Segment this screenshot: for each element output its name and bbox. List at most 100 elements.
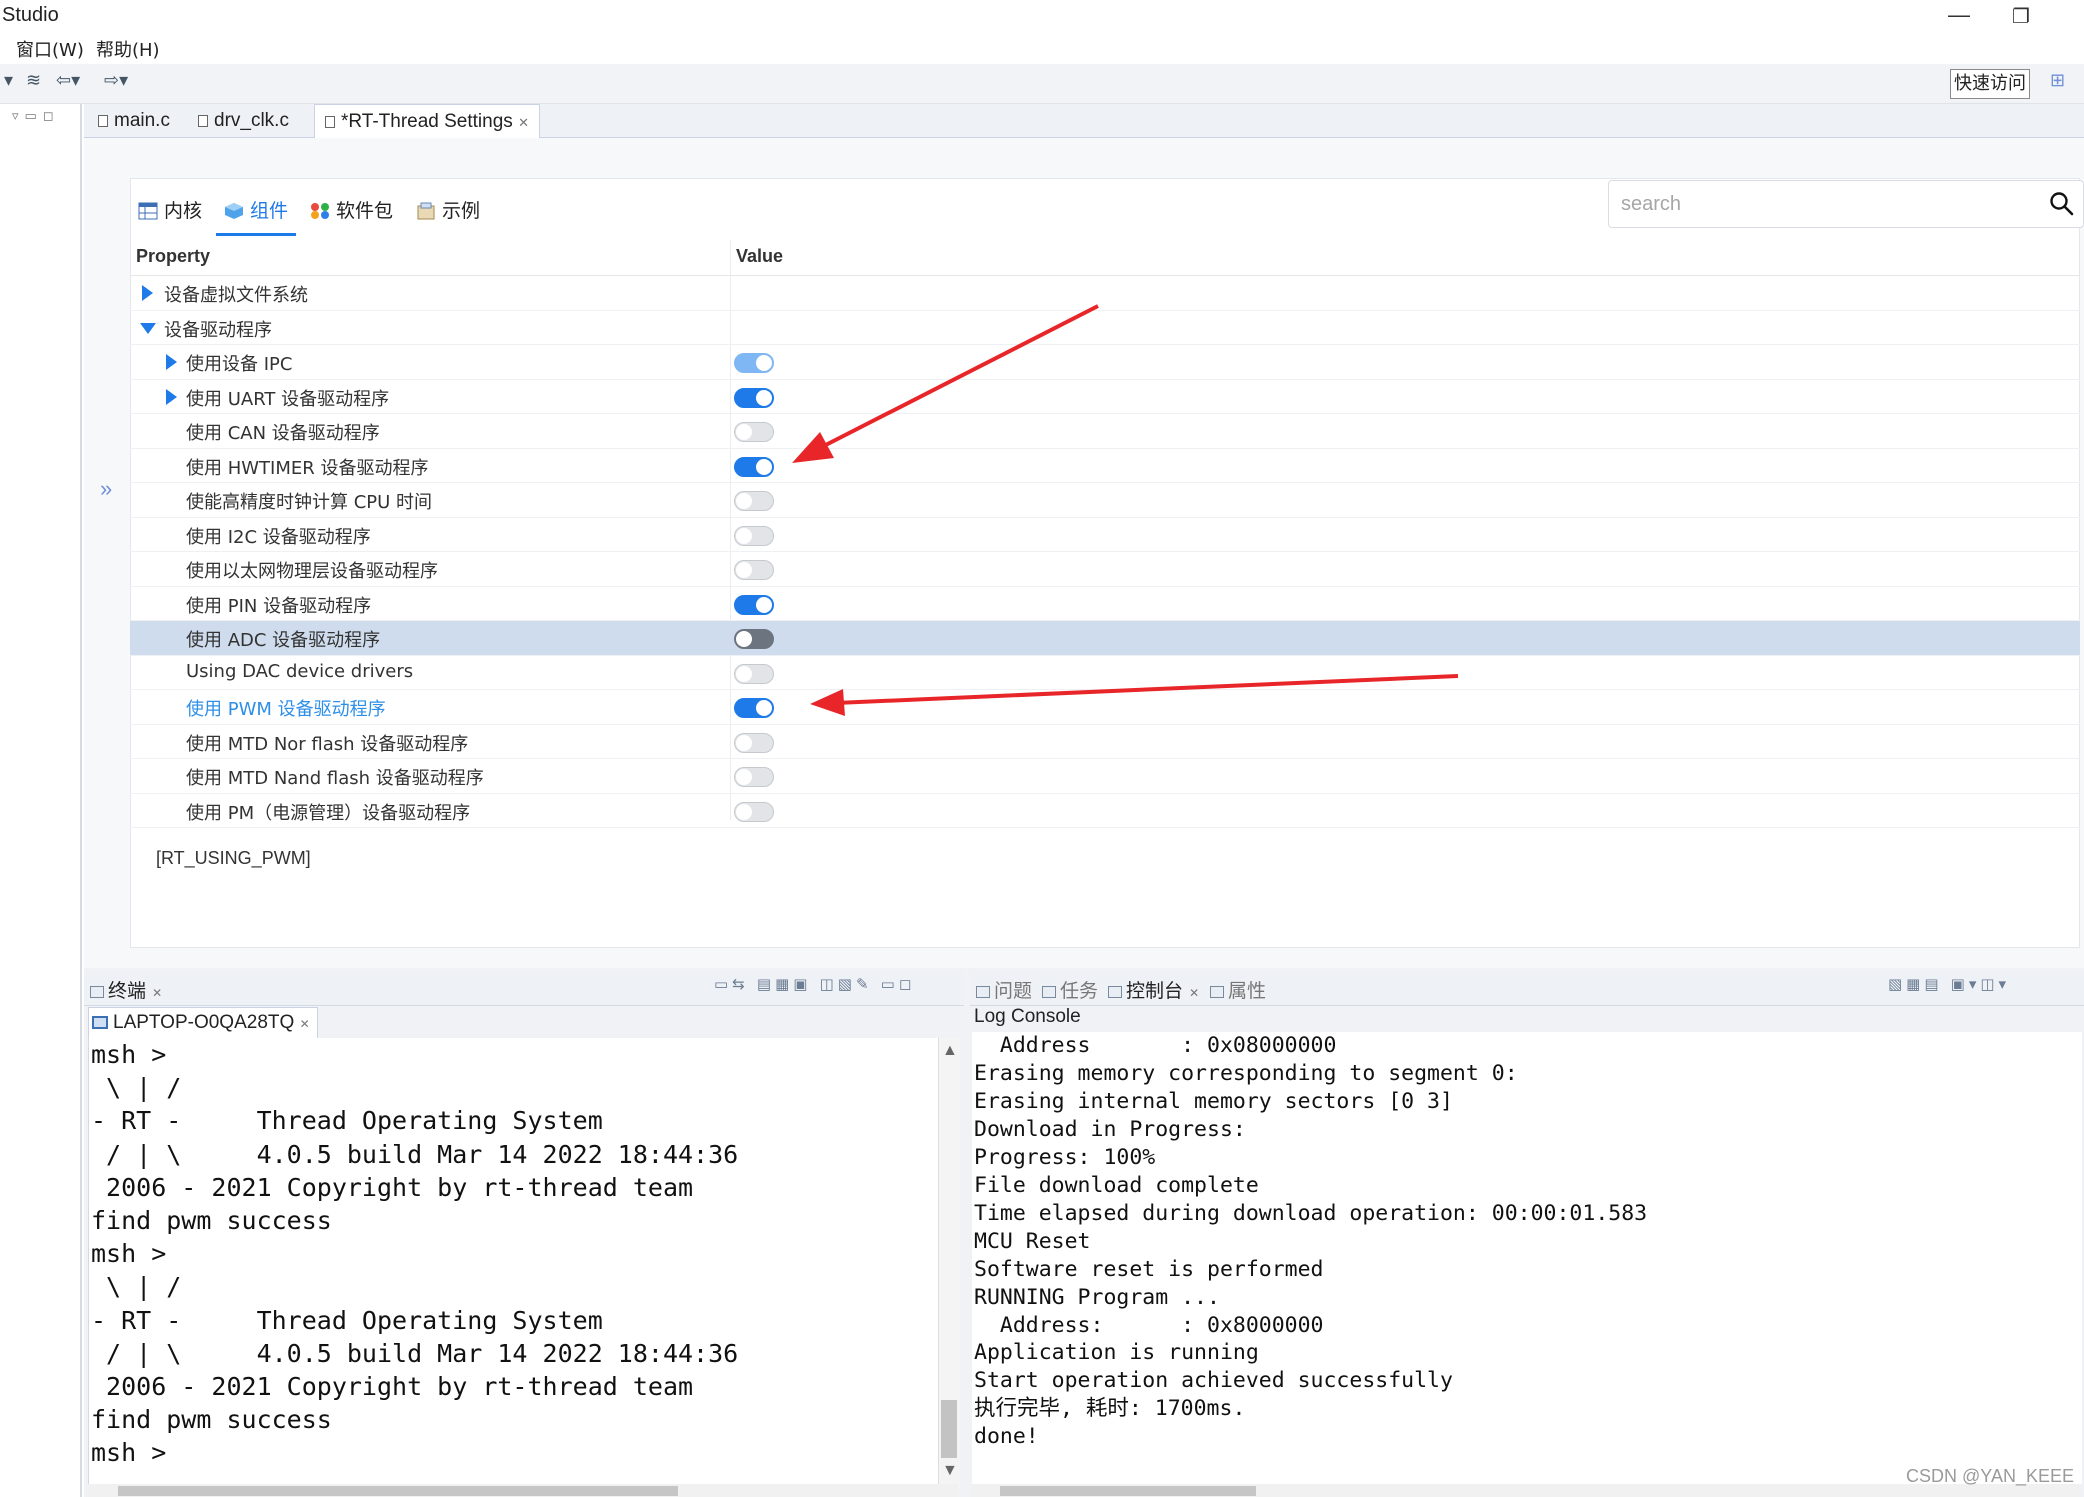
terminal-scroll-thumb[interactable] <box>941 1400 957 1458</box>
console-output[interactable]: Address : 0x08000000 Erasing memory corre… <box>972 1032 2082 1488</box>
menu-window[interactable]: 窗口(W) <box>16 36 84 62</box>
forward-icon[interactable]: ⇨▾ <box>104 70 128 91</box>
toggle-switch[interactable] <box>734 422 774 442</box>
property-row[interactable]: 使用以太网物理层设备驱动程序 <box>130 552 2080 587</box>
toggle-switch[interactable] <box>734 491 774 511</box>
perspective-icon[interactable]: ⊞ <box>2050 70 2065 91</box>
property-row[interactable]: 使用 CAN 设备驱动程序 <box>130 414 2080 449</box>
toggle-switch[interactable] <box>734 767 774 787</box>
samples-icon <box>417 202 435 220</box>
tab-packages[interactable]: 软件包 <box>302 190 401 236</box>
left-trim-stack <box>0 104 82 1497</box>
tab-kernel[interactable]: 内核 <box>130 190 210 236</box>
property-label: 使能高精度时钟计算 CPU 时间 <box>186 492 433 513</box>
terminal-line: find pwm success <box>91 1206 332 1236</box>
tab-samples[interactable]: 示例 <box>408 190 488 236</box>
terminal-session-tab[interactable]: LAPTOP-O0QA28TQ ✕ <box>88 1007 318 1039</box>
tab-main-c[interactable]: main.c <box>88 104 180 138</box>
column-property: Property <box>136 246 211 266</box>
property-row[interactable]: 使用设备 IPC <box>130 345 2080 380</box>
close-icon[interactable]: ✕ <box>1189 986 1199 1000</box>
view-menu-icon[interactable]: ▿▭◻ <box>12 108 60 124</box>
console-line: Application is running <box>974 1340 1259 1366</box>
property-row[interactable]: 设备虚拟文件系统 <box>130 276 2080 311</box>
terminal-output[interactable]: msh > \ | / - RT - Thread Operating Syste… <box>88 1038 938 1488</box>
property-label: 设备驱动程序 <box>164 319 272 341</box>
property-row[interactable]: 使用 PM（电源管理）设备驱动程序 <box>130 794 2080 828</box>
expand-sidebar-icon[interactable]: » <box>100 476 112 502</box>
c-file-icon <box>98 115 108 127</box>
property-row[interactable]: 使用 PIN 设备驱动程序 <box>130 587 2080 621</box>
layers-icon[interactable]: ≋ <box>26 70 41 91</box>
close-icon[interactable]: ✕ <box>152 986 162 1000</box>
console-line: Erasing internal memory sectors [0 3] <box>974 1088 1453 1114</box>
tab-components[interactable]: 组件 <box>216 190 297 236</box>
tab-properties[interactable]: 属性 <box>1210 976 1266 1003</box>
property-label: 使用 PM（电源管理）设备驱动程序 <box>186 802 471 824</box>
menu-bar <box>0 34 2084 64</box>
quick-access-button[interactable]: 快速访问 <box>1950 69 2030 99</box>
property-label: 使用 ADC 设备驱动程序 <box>186 630 381 651</box>
property-row[interactable]: 使用 HWTIMER 设备驱动程序 <box>130 449 2080 483</box>
collapse-icon[interactable] <box>140 322 156 334</box>
property-label: 使用 MTD Nor flash 设备驱动程序 <box>186 733 469 755</box>
toggle-knob <box>756 389 772 406</box>
property-row[interactable]: 使用 MTD Nand flash 设备驱动程序 <box>130 759 2080 794</box>
toggle-switch[interactable] <box>734 456 774 477</box>
toggle-switch[interactable] <box>734 698 774 718</box>
tasks-icon <box>1042 986 1056 998</box>
expand-icon[interactable] <box>166 354 177 370</box>
console-toolbar-icons[interactable]: ▧▦▤ ▣▾◫▾ <box>1888 975 2010 993</box>
restore-button[interactable]: ❐ <box>2012 4 2030 29</box>
search-input[interactable] <box>1621 189 2001 219</box>
scroll-down-icon[interactable]: ▼ <box>942 1462 958 1480</box>
toggle-switch[interactable] <box>734 663 774 684</box>
console-hscroll-thumb[interactable] <box>1000 1486 1256 1496</box>
back-icon[interactable]: ⇦▾ <box>56 70 80 91</box>
property-row[interactable]: 使用 PWM 设备驱动程序 <box>130 690 2080 725</box>
tab-label: 问题 <box>994 980 1033 1002</box>
close-icon[interactable]: ✕ <box>300 1017 310 1031</box>
console-line: Progress: 100% <box>974 1144 1156 1170</box>
search-icon[interactable] <box>2049 191 2075 217</box>
terminal-toolbar-icons[interactable]: ▭⇆ ▤▦▣ ◫▧✎ ▭◻ <box>714 975 915 993</box>
property-row[interactable]: 使用 UART 设备驱动程序 <box>130 380 2080 414</box>
terminal-line: / | \ 4.0.5 build Mar 14 2022 18:44:36 <box>91 1338 739 1368</box>
tab-tasks[interactable]: 任务 <box>1042 976 1098 1003</box>
property-row[interactable]: 设备驱动程序 <box>130 311 2080 345</box>
expand-icon[interactable] <box>166 388 177 405</box>
toggle-switch[interactable] <box>734 353 774 373</box>
toggle-switch[interactable] <box>734 525 774 546</box>
toggle-switch[interactable] <box>734 801 774 822</box>
property-row[interactable]: Using DAC device drivers <box>130 656 2080 690</box>
toggle-switch[interactable] <box>734 594 774 615</box>
settings-file-icon <box>325 116 335 128</box>
terminal-hscroll-thumb[interactable] <box>118 1486 678 1496</box>
toggle-switch[interactable] <box>734 387 774 408</box>
minimize-button[interactable]: — <box>1948 2 1970 28</box>
tab-label: 终端 <box>108 980 147 1002</box>
close-icon[interactable]: ✕ <box>518 115 529 130</box>
table-icon <box>138 202 158 220</box>
toggle-switch[interactable] <box>734 560 774 580</box>
property-label: 使用 I2C 设备驱动程序 <box>186 526 371 548</box>
tab-rt-thread-settings[interactable]: *RT-Thread Settings ✕ <box>314 104 540 138</box>
property-row[interactable]: 使能高精度时钟计算 CPU 时间 <box>130 483 2080 518</box>
tab-drv-clk-c[interactable]: drv_clk.c <box>188 104 299 138</box>
tab-terminal[interactable]: 终端 ✕ <box>90 976 162 1003</box>
scroll-up-icon[interactable]: ▲ <box>942 1042 958 1060</box>
terminal-line: msh > <box>91 1040 167 1069</box>
tab-problems[interactable]: 问题 <box>976 976 1032 1003</box>
expand-icon[interactable] <box>142 285 153 301</box>
property-row[interactable]: 使用 ADC 设备驱动程序 <box>130 621 2080 656</box>
packages-icon <box>311 203 329 219</box>
toggle-switch[interactable] <box>734 629 774 649</box>
toggle-switch[interactable] <box>734 732 774 753</box>
dropdown-icon[interactable]: ▾ <box>4 70 13 91</box>
tab-label: 属性 <box>1228 980 1267 1002</box>
tab-console[interactable]: 控制台 ✕ <box>1108 976 1199 1003</box>
property-row[interactable]: 使用 I2C 设备驱动程序 <box>130 518 2080 552</box>
menu-help[interactable]: 帮助(H) <box>96 36 160 62</box>
property-row[interactable]: 使用 MTD Nor flash 设备驱动程序 <box>130 725 2080 759</box>
console-line: RUNNING Program ... <box>974 1284 1220 1310</box>
